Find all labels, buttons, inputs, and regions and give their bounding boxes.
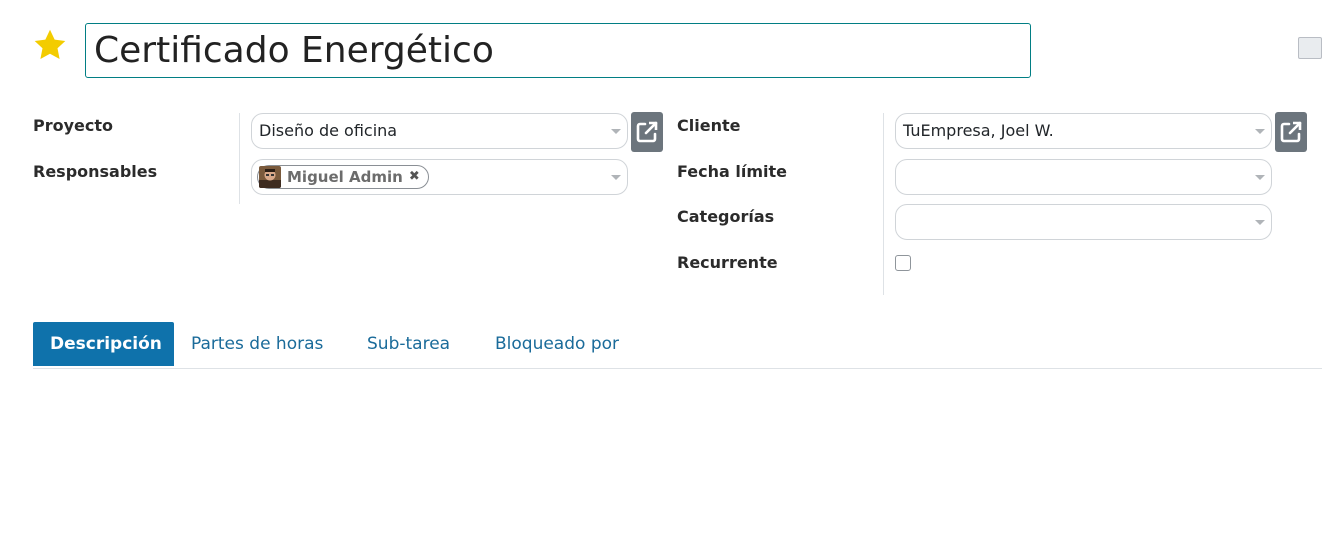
left-group-separator <box>239 113 240 204</box>
caret-down-icon <box>1255 220 1265 225</box>
avatar <box>259 166 281 188</box>
customer-value: TuEmpresa, Joel W. <box>903 121 1054 140</box>
deadline-label: Fecha límite <box>677 162 787 181</box>
caret-down-icon <box>611 129 621 134</box>
tags-label: Categorías <box>677 207 775 226</box>
assignee-tag: Miguel Admin ✖ <box>257 165 429 189</box>
external-link-icon <box>636 121 658 143</box>
recurring-label: Recurrente <box>677 253 778 272</box>
assignee-tag-label: Miguel Admin <box>287 168 403 186</box>
task-form: Certificado Energético Proyecto Responsa… <box>0 0 1332 534</box>
task-title-input[interactable]: Certificado Energético <box>85 23 1031 78</box>
project-value: Diseño de oficina <box>259 121 398 140</box>
external-link-icon <box>1280 121 1302 143</box>
tab-description[interactable]: Descripción <box>33 322 174 366</box>
deadline-field[interactable] <box>895 159 1272 195</box>
close-icon[interactable]: ✖ <box>409 166 420 188</box>
tab-timesheets[interactable]: Partes de horas <box>191 322 323 366</box>
assignees-field[interactable]: Miguel Admin ✖ <box>251 159 628 195</box>
customer-external-button[interactable] <box>1275 112 1307 152</box>
tab-blocked-by[interactable]: Bloqueado por <box>495 322 619 366</box>
recurring-checkbox[interactable] <box>895 255 911 271</box>
caret-down-icon <box>1255 175 1265 180</box>
right-group-separator <box>883 113 884 295</box>
customer-label: Cliente <box>677 116 741 135</box>
tab-subtasks[interactable]: Sub-tarea <box>367 322 450 366</box>
caret-down-icon <box>1255 129 1265 134</box>
project-label: Proyecto <box>33 116 114 135</box>
project-select[interactable]: Diseño de oficina <box>251 113 628 149</box>
tags-select[interactable] <box>895 204 1272 240</box>
kanban-state-toggle[interactable] <box>1298 37 1322 59</box>
assignees-label: Responsables <box>33 162 158 181</box>
tabs-divider <box>33 368 1322 369</box>
customer-select[interactable]: TuEmpresa, Joel W. <box>895 113 1272 149</box>
star-icon[interactable] <box>31 27 69 63</box>
caret-down-icon <box>611 175 621 180</box>
project-external-button[interactable] <box>631 112 663 152</box>
